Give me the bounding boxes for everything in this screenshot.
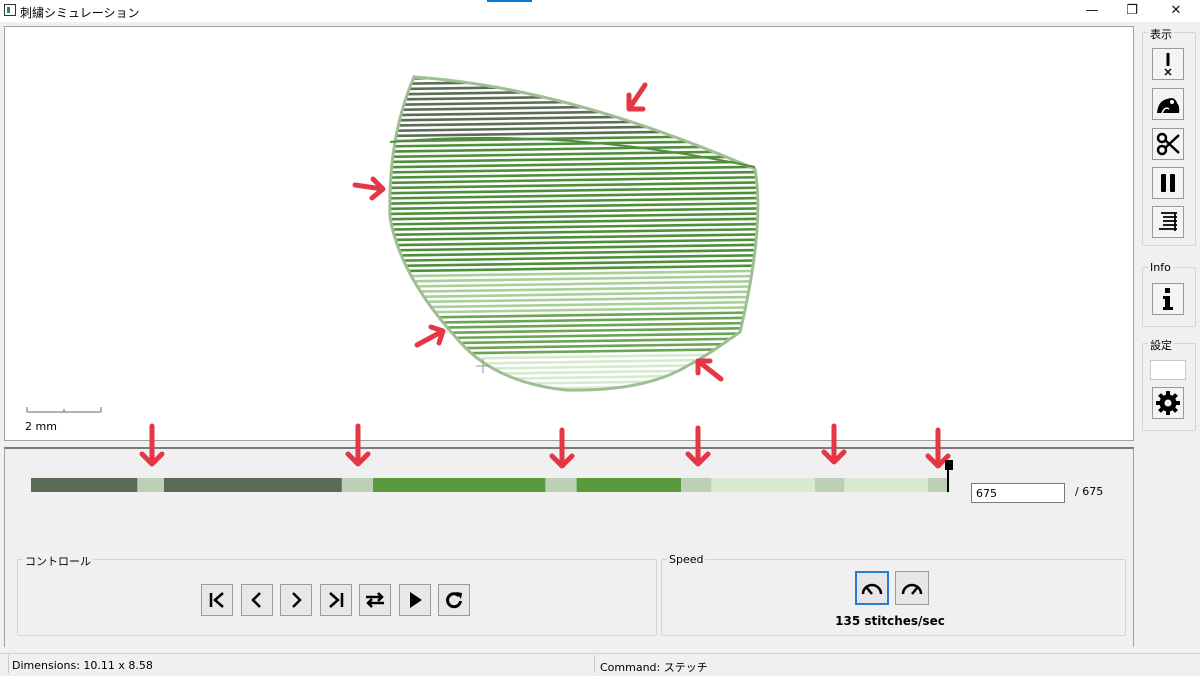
timeline-annotation-arrows — [139, 423, 951, 469]
stitch-line — [389, 352, 758, 362]
minimize-button[interactable]: — — [1072, 0, 1112, 22]
info-group-title: Info — [1148, 261, 1173, 274]
status-command: Command: ステッチ — [600, 661, 708, 674]
app-icon — [4, 4, 16, 16]
reload-button[interactable] — [438, 584, 470, 616]
maximize-button[interactable]: ❐ — [1112, 0, 1152, 22]
embroidery-design — [26, 75, 760, 413]
speed-fast-button[interactable] — [895, 571, 929, 605]
frog-toggle[interactable] — [1152, 88, 1184, 120]
next-icon — [292, 592, 302, 608]
stitch-line — [389, 357, 758, 367]
slow-gauge-icon — [861, 583, 883, 595]
settings-group-title: 設定 — [1148, 337, 1174, 353]
stitch-line — [389, 378, 758, 388]
timeline-segment — [844, 478, 928, 492]
jump-stitch-icon — [1164, 53, 1172, 76]
timeline-segment — [681, 478, 712, 492]
stitch-stripes — [389, 77, 758, 391]
first-icon — [209, 592, 224, 608]
timeline-segment — [163, 478, 342, 492]
timeline-segment — [373, 478, 546, 492]
swap-button[interactable] — [359, 584, 391, 616]
info-icon — [1163, 288, 1173, 310]
timeline-segment — [927, 478, 948, 492]
title-bar — [0, 0, 1200, 22]
status-divider — [594, 655, 595, 673]
display-group-title: 表示 — [1148, 26, 1174, 42]
settings-button[interactable] — [1152, 387, 1184, 419]
pause-icon — [1161, 174, 1175, 192]
prev-icon — [251, 592, 261, 608]
reload-icon — [446, 592, 462, 609]
scale-bar — [26, 407, 102, 413]
stitch-line — [389, 362, 758, 372]
cursor-cross — [476, 359, 490, 373]
timeline-cursor-handle[interactable] — [945, 460, 953, 470]
speed-slow-button[interactable] — [855, 571, 889, 605]
last-icon — [329, 592, 344, 608]
play-button[interactable] — [399, 584, 431, 616]
current-stitch-input[interactable] — [971, 483, 1065, 503]
stitch-color-timeline — [31, 478, 948, 492]
scissors-toggle[interactable] — [1152, 128, 1184, 160]
gear-icon — [1156, 391, 1180, 415]
close-button[interactable]: ✕ — [1156, 0, 1196, 22]
prev-stitch-button[interactable] — [241, 584, 273, 616]
timeline-segment — [137, 478, 164, 492]
fast-gauge-icon — [901, 583, 923, 595]
timeline-segment — [815, 478, 845, 492]
jump-stitch-toggle[interactable] — [1152, 48, 1184, 80]
embroidery-canvas[interactable]: 2 mm — [4, 26, 1134, 441]
window-title: 刺繍シミュレーション — [20, 6, 140, 20]
layers-toggle[interactable] — [1152, 206, 1184, 238]
total-stitch-label: / 675 — [1075, 485, 1104, 498]
timeline-segment — [341, 478, 374, 492]
timeline-segment — [31, 478, 138, 492]
status-divider — [8, 655, 9, 673]
timeline-segment — [576, 478, 682, 492]
info-button[interactable] — [1152, 283, 1184, 315]
speed-value: 135 stitches/sec — [835, 614, 945, 628]
layers-icon — [1159, 212, 1177, 231]
last-stitch-button[interactable] — [320, 584, 352, 616]
timeline-segment — [711, 478, 816, 492]
controls-title: コントロール — [23, 553, 93, 569]
play-icon — [410, 592, 422, 608]
first-stitch-button[interactable] — [201, 584, 233, 616]
thread-color-swatch[interactable] — [1150, 360, 1186, 380]
speed-title: Speed — [667, 553, 706, 566]
scissors-icon — [1156, 132, 1180, 156]
status-dimensions: Dimensions: 10.11 x 8.58 — [12, 659, 153, 672]
title-accent-line — [487, 0, 532, 2]
swap-icon — [366, 592, 384, 608]
next-stitch-button[interactable] — [280, 584, 312, 616]
pause-toggle[interactable] — [1152, 167, 1184, 199]
frog-icon — [1157, 98, 1180, 114]
timeline-segment — [545, 478, 577, 492]
